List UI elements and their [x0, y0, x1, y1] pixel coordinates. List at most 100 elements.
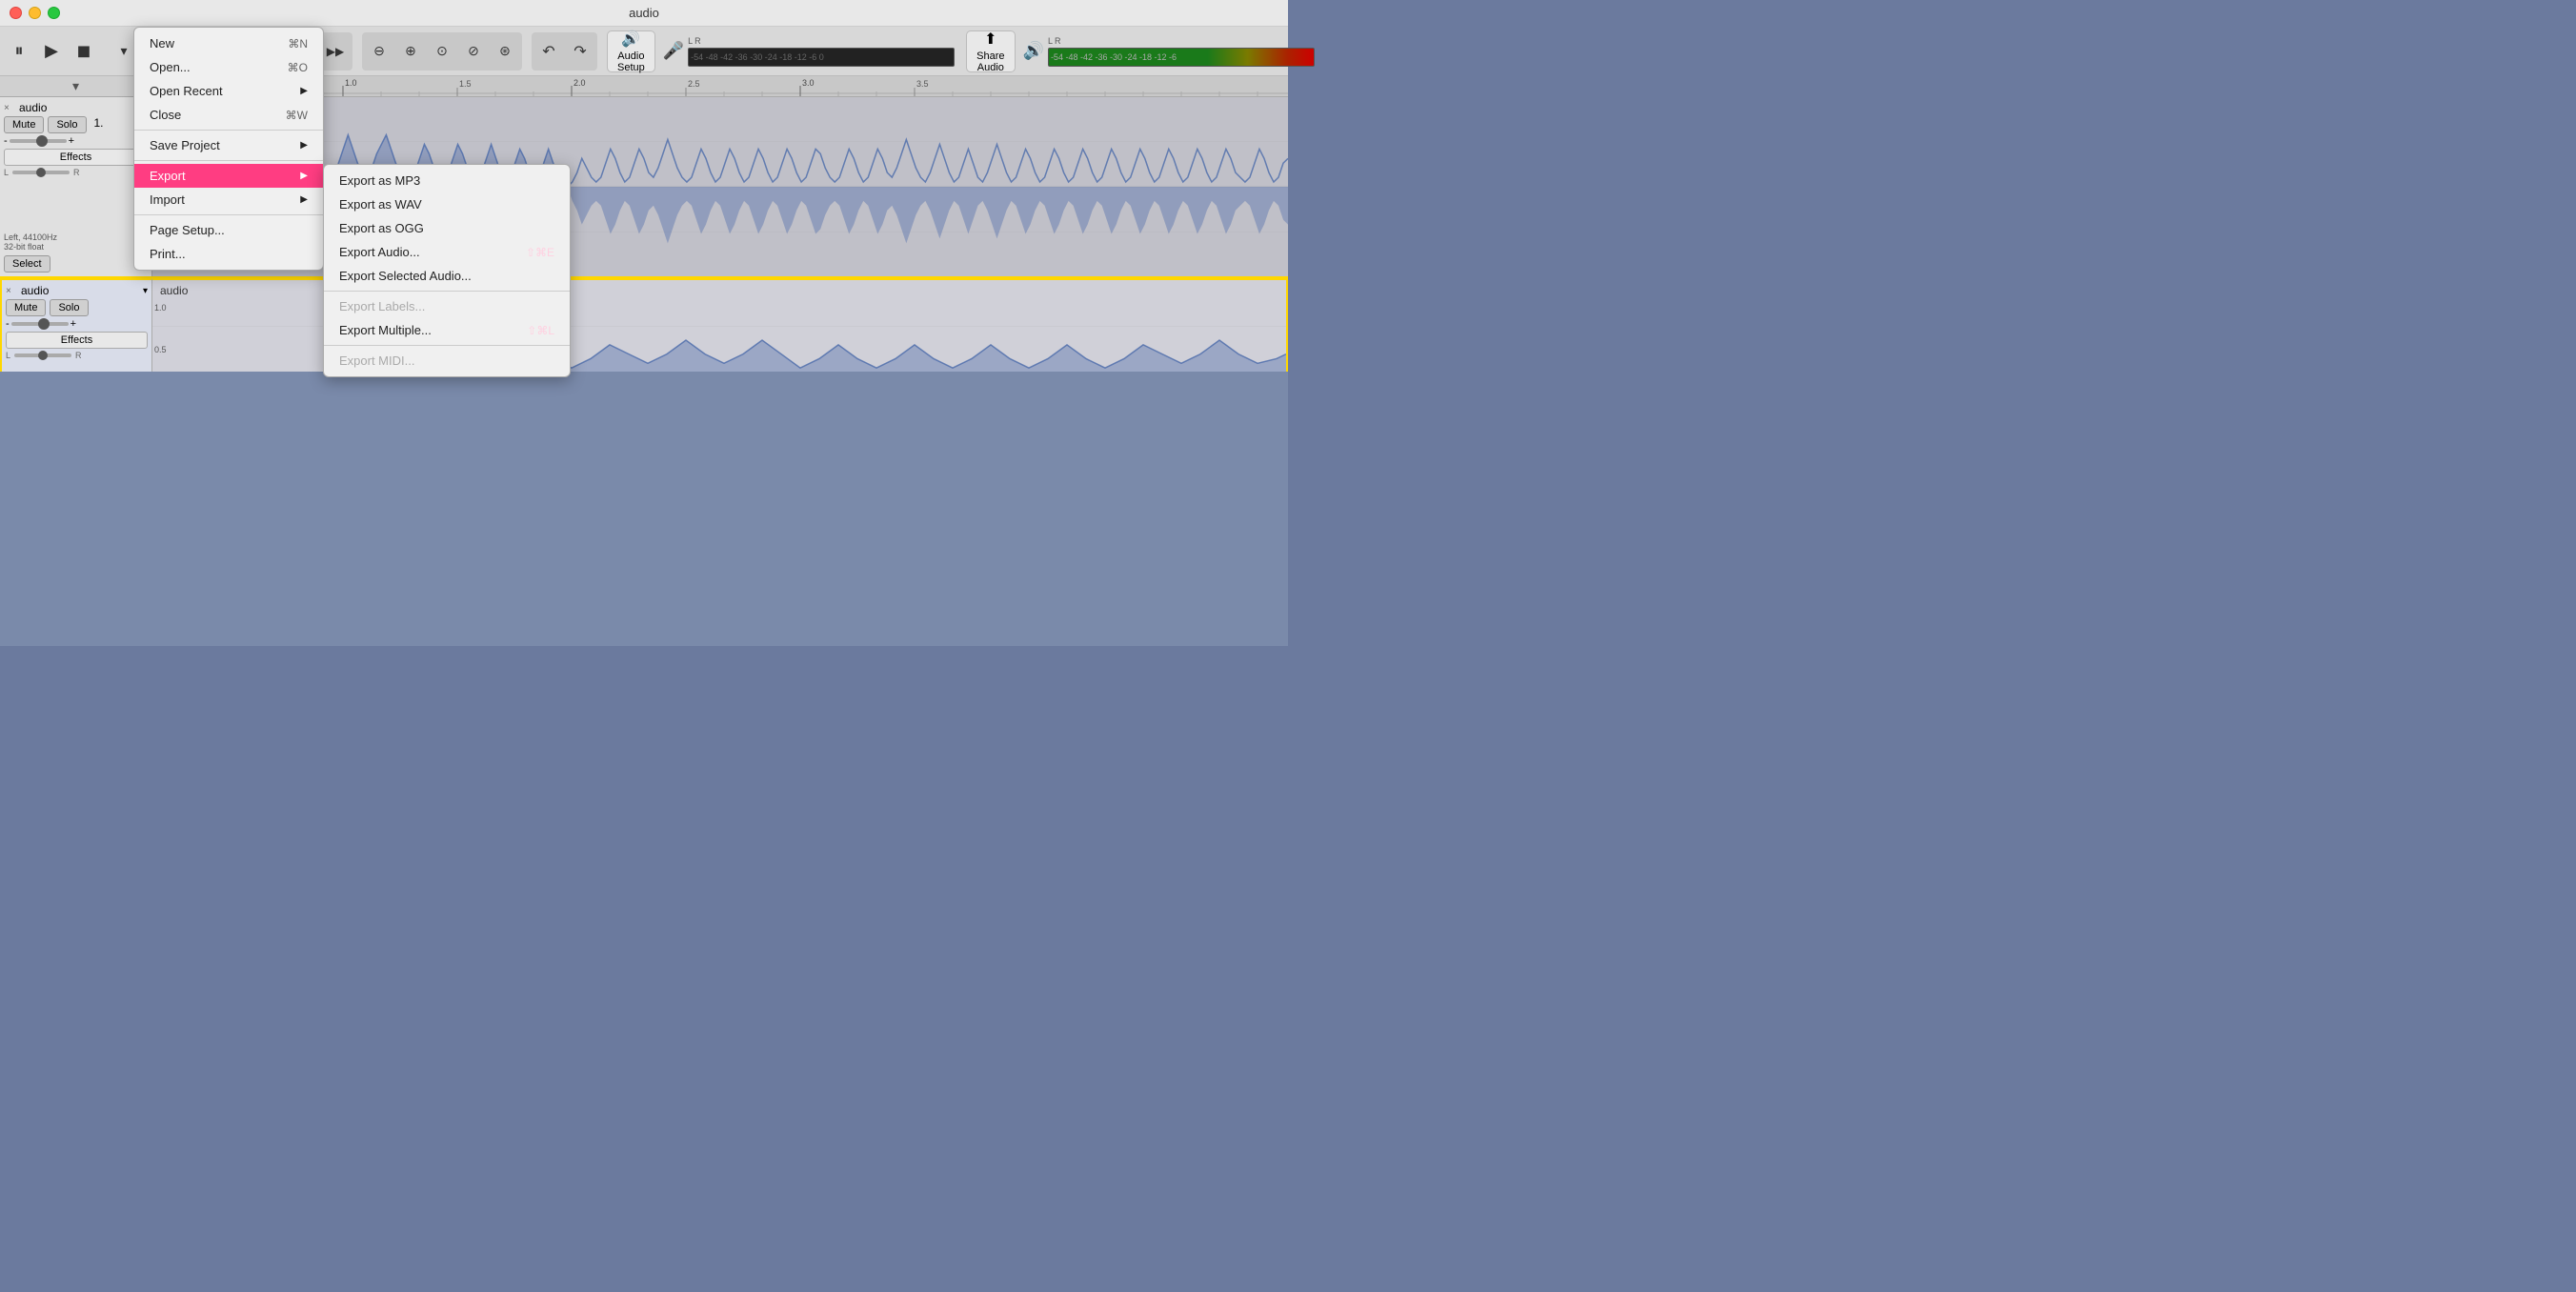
input-vu-meter: LR -54 -48 -42 -36 -30 -24 -18 -12 -6 0	[688, 36, 955, 67]
export-audio[interactable]: Export Audio... ⇧⌘E	[324, 240, 570, 264]
track-2-pan-left: L	[6, 351, 10, 360]
track-2-pan-slider[interactable]	[14, 353, 71, 357]
menu-item-save-project[interactable]: Save Project ▶	[134, 133, 323, 157]
track-1-select[interactable]: Select	[4, 255, 50, 273]
svg-text:3.0: 3.0	[802, 78, 815, 88]
share-audio-label: Share Audio	[976, 50, 1004, 73]
track-2-name: audio	[21, 284, 139, 297]
menu-item-export-arrow: ▶	[300, 171, 308, 181]
export-separator-1	[324, 291, 570, 292]
export-as-ogg-label: Export as OGG	[339, 221, 424, 235]
track-1-buttons: Mute Solo 1.	[4, 116, 148, 133]
share-audio-button[interactable]: ⬆ Share Audio	[966, 30, 1015, 72]
track-2-solo[interactable]: Solo	[50, 299, 88, 316]
track-2-effects[interactable]: Effects	[6, 332, 148, 349]
track-2-dropdown[interactable]: ▾	[143, 286, 148, 296]
menu-item-open-recent[interactable]: Open Recent ▶	[134, 79, 323, 103]
zoom-sel2-button[interactable]: ⊛	[490, 34, 520, 69]
pause-button[interactable]: ⏸	[4, 34, 34, 69]
track-1-info: Left, 44100Hz 32-bit float	[4, 232, 148, 252]
export-multiple[interactable]: Export Multiple... ⇧⌘L	[324, 318, 570, 342]
track-1-gain-value: 1.	[94, 116, 104, 133]
menu-item-open-label: Open...	[150, 60, 191, 74]
menu-item-import-label: Import	[150, 192, 185, 207]
track-2-vol-minus[interactable]: -	[6, 318, 10, 330]
export-submenu[interactable]: Export as MP3 Export as WAV Export as OG…	[323, 164, 571, 377]
output-vu-lr-label: LR	[1048, 36, 1315, 46]
export-as-wav-label: Export as WAV	[339, 197, 422, 212]
menu-item-close-label: Close	[150, 108, 181, 122]
undo-button[interactable]: ↶	[533, 34, 564, 69]
undo-group: ↶ ↷	[532, 32, 597, 71]
export-selected-audio[interactable]: Export Selected Audio...	[324, 264, 570, 288]
output-vu-display: -54 -48 -42 -36 -30 -24 -18 -12 -6	[1048, 48, 1315, 67]
menu-item-open[interactable]: Open... ⌘O	[134, 55, 323, 79]
track-2-track-label: audio	[160, 284, 188, 297]
svg-text:2.5: 2.5	[688, 79, 700, 89]
menu-item-page-setup[interactable]: Page Setup...	[134, 218, 323, 242]
ruler-spacer: ▾	[0, 76, 152, 96]
export-as-wav[interactable]: Export as WAV	[324, 192, 570, 216]
zoom-sel-button[interactable]: ⊘	[458, 34, 489, 69]
minimize-window-button[interactable]	[29, 7, 41, 19]
export-as-mp3-label: Export as MP3	[339, 173, 420, 188]
play-button[interactable]: ▶	[36, 34, 67, 69]
menu-item-save-project-arrow: ▶	[300, 140, 308, 151]
track-2: × audio ▾ Mute Solo - + Effects L	[0, 278, 1288, 372]
track-1-close[interactable]: ×	[4, 103, 15, 113]
track-2-controls: × audio ▾ Mute Solo - + Effects L	[0, 278, 152, 372]
svg-text:1.0: 1.0	[345, 78, 357, 88]
track-2-volume-slider[interactable]	[11, 322, 69, 326]
title-bar-buttons	[10, 7, 60, 19]
menu-item-export-label: Export	[150, 169, 186, 183]
track-2-header: × audio ▾	[6, 284, 148, 297]
menu-item-import-arrow: ▶	[300, 194, 308, 205]
menu-item-print[interactable]: Print...	[134, 242, 323, 266]
zoom-fit-button[interactable]: ⊙	[427, 34, 457, 69]
track-1-solo[interactable]: Solo	[48, 116, 86, 133]
menu-item-print-label: Print...	[150, 247, 186, 261]
track-1-info-line1: Left, 44100Hz	[4, 232, 148, 242]
menu-item-new[interactable]: New ⌘N	[134, 31, 323, 55]
track-1-vol-plus[interactable]: +	[69, 135, 74, 147]
menu-item-import[interactable]: Import ▶	[134, 188, 323, 212]
file-menu[interactable]: New ⌘N Open... ⌘O Open Recent ▶ Close ⌘W…	[133, 27, 324, 271]
title-bar: audio	[0, 0, 1288, 27]
bottom-area	[0, 372, 1288, 646]
maximize-window-button[interactable]	[48, 7, 60, 19]
track-1-effects[interactable]: Effects	[4, 149, 148, 166]
track-2-mute[interactable]: Mute	[6, 299, 46, 316]
menu-item-close[interactable]: Close ⌘W	[134, 103, 323, 127]
collapse-icon[interactable]: ▾	[0, 76, 151, 96]
export-as-mp3[interactable]: Export as MP3	[324, 169, 570, 192]
track-1-name: audio	[19, 101, 139, 114]
zoom-group: ⊖ ⊕ ⊙ ⊘ ⊛	[362, 32, 522, 71]
export-as-ogg[interactable]: Export as OGG	[324, 216, 570, 240]
track-2-close[interactable]: ×	[6, 286, 17, 296]
input-vu-display: -54 -48 -42 -36 -30 -24 -18 -12 -6 0	[688, 48, 955, 67]
track-2-vol-plus[interactable]: +	[70, 318, 76, 330]
export-multiple-label: Export Multiple...	[339, 323, 432, 337]
menu-item-open-shortcut: ⌘O	[288, 61, 308, 74]
trim-right-button[interactable]: ▶▶	[320, 34, 351, 69]
redo-button[interactable]: ↷	[565, 34, 595, 69]
separator-3	[134, 214, 323, 215]
track-1-volume-slider[interactable]	[10, 139, 67, 143]
close-window-button[interactable]	[10, 7, 22, 19]
track-1-mute[interactable]: Mute	[4, 116, 44, 133]
zoom-out-button[interactable]: ⊕	[395, 34, 426, 69]
zoom-in-button[interactable]: ⊖	[364, 34, 394, 69]
menu-item-new-label: New	[150, 36, 174, 50]
audio-setup-button[interactable]: 🔊 Audio Setup	[607, 30, 655, 72]
stop-button[interactable]: ◼	[69, 34, 99, 69]
export-labels-label: Export Labels...	[339, 299, 425, 313]
vu-lr-label: LR	[688, 36, 955, 46]
track-1-vol-minus[interactable]: -	[4, 135, 8, 147]
svg-text:2.0: 2.0	[574, 78, 586, 88]
track-2-volume: - +	[6, 318, 148, 330]
track-1-pan-slider[interactable]	[12, 171, 70, 174]
audio-setup-label: Audio Setup	[617, 50, 645, 73]
menu-item-open-recent-label: Open Recent	[150, 84, 223, 98]
menu-item-export[interactable]: Export ▶ Export as MP3 Export as WAV Exp…	[134, 164, 323, 188]
export-multiple-shortcut: ⇧⌘L	[527, 324, 554, 337]
